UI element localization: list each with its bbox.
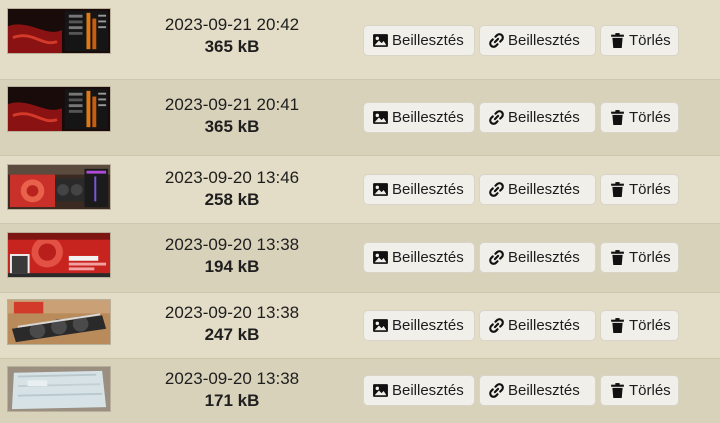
delete-label: Törlés [629,32,671,49]
image-icon [372,249,389,266]
insert-link-button[interactable]: Beillesztés [479,310,596,341]
insert-link-button[interactable]: Beillesztés [479,102,596,133]
link-icon [488,32,505,49]
insert-image-button[interactable]: Beillesztés [363,25,475,56]
upload-date: 2023-09-20 13:38 [164,235,300,254]
file-size: 194 kB [204,257,260,276]
image-icon [372,317,389,334]
insert-image-label: Beillesztés [392,317,464,334]
insert-image-label: Beillesztés [392,32,464,49]
insert-image-button[interactable]: Beillesztés [363,375,475,406]
list-item: 2023-09-21 20:41 365 kB Beillesztés Beil… [0,79,720,155]
trash-icon [609,32,626,49]
image-thumbnail[interactable] [7,8,111,54]
file-meta: 2023-09-20 13:38 247 kB [140,302,324,346]
insert-image-button[interactable]: Beillesztés [363,310,475,341]
insert-link-label: Beillesztés [508,382,580,399]
trash-icon [609,109,626,126]
delete-label: Törlés [629,249,671,266]
insert-image-button[interactable]: Beillesztés [363,242,475,273]
delete-button[interactable]: Törlés [600,102,679,133]
insert-link-button[interactable]: Beillesztés [479,375,596,406]
image-icon [372,109,389,126]
insert-link-button[interactable]: Beillesztés [479,242,596,273]
file-size: 365 kB [204,117,260,136]
list-item: 2023-09-20 13:38 194 kB Beillesztés Beil… [0,223,720,292]
link-icon [488,109,505,126]
insert-link-label: Beillesztés [508,109,580,126]
delete-label: Törlés [629,382,671,399]
delete-button[interactable]: Törlés [600,242,679,273]
file-meta: 2023-09-20 13:38 171 kB [140,368,324,412]
delete-button[interactable]: Törlés [600,310,679,341]
uploaded-images-list: 2023-09-21 20:42 365 kB Beillesztés Beil… [0,0,720,423]
list-item: 2023-09-20 13:38 247 kB Beillesztés Beil… [0,292,720,358]
insert-image-button[interactable]: Beillesztés [363,174,475,205]
insert-image-label: Beillesztés [392,382,464,399]
list-item: 2023-09-20 13:46 258 kB Beillesztés Beil… [0,155,720,223]
file-size: 258 kB [204,190,260,209]
upload-date: 2023-09-21 20:41 [164,95,300,114]
insert-image-label: Beillesztés [392,109,464,126]
delete-button[interactable]: Törlés [600,25,679,56]
link-icon [488,249,505,266]
delete-label: Törlés [629,181,671,198]
upload-date: 2023-09-20 13:46 [164,168,300,187]
file-size: 171 kB [204,391,260,410]
link-icon [488,181,505,198]
insert-link-label: Beillesztés [508,317,580,334]
list-item: 2023-09-20 13:38 171 kB Beillesztés Beil… [0,358,720,423]
image-thumbnail[interactable] [7,232,111,278]
image-icon [372,181,389,198]
insert-link-label: Beillesztés [508,32,580,49]
file-meta: 2023-09-20 13:46 258 kB [140,167,324,211]
image-icon [372,382,389,399]
upload-date: 2023-09-20 13:38 [164,303,300,322]
file-size: 247 kB [204,325,260,344]
upload-date: 2023-09-21 20:42 [164,15,300,34]
upload-date: 2023-09-20 13:38 [164,369,300,388]
trash-icon [609,317,626,334]
insert-link-button[interactable]: Beillesztés [479,25,596,56]
image-icon [372,32,389,49]
file-meta: 2023-09-21 20:42 365 kB [140,14,324,58]
trash-icon [609,382,626,399]
delete-label: Törlés [629,317,671,334]
image-thumbnail[interactable] [7,366,111,412]
insert-link-button[interactable]: Beillesztés [479,174,596,205]
image-thumbnail[interactable] [7,164,111,210]
list-item: 2023-09-21 20:42 365 kB Beillesztés Beil… [0,0,720,79]
link-icon [488,382,505,399]
delete-button[interactable]: Törlés [600,375,679,406]
insert-image-label: Beillesztés [392,249,464,266]
image-thumbnail[interactable] [7,86,111,132]
trash-icon [609,249,626,266]
delete-label: Törlés [629,109,671,126]
delete-button[interactable]: Törlés [600,174,679,205]
insert-link-label: Beillesztés [508,181,580,198]
insert-image-label: Beillesztés [392,181,464,198]
file-meta: 2023-09-21 20:41 365 kB [140,94,324,138]
file-meta: 2023-09-20 13:38 194 kB [140,234,324,278]
insert-image-button[interactable]: Beillesztés [363,102,475,133]
image-thumbnail[interactable] [7,299,111,345]
file-size: 365 kB [204,37,260,56]
trash-icon [609,181,626,198]
insert-link-label: Beillesztés [508,249,580,266]
link-icon [488,317,505,334]
